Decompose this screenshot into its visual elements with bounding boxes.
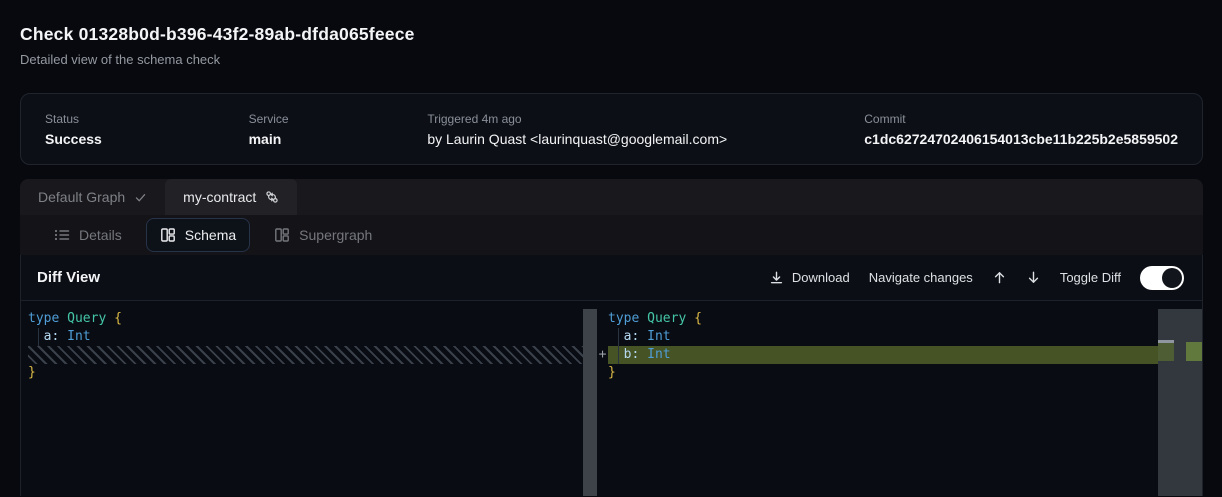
navigate-changes-label: Navigate changes: [869, 270, 973, 285]
arrow-down-icon: [1026, 270, 1041, 285]
code-line: a: Int: [28, 328, 583, 346]
code-line: type Query {: [608, 310, 1158, 328]
tab-default-graph-label: Default Graph: [38, 189, 125, 205]
diff-pane-after: type Query { a: Int+ b: Int}: [608, 310, 1158, 382]
arrow-up-icon: [992, 270, 1007, 285]
diff-section: Diff View Download Navigate changes: [20, 255, 1203, 496]
page-title: Check 01328b0d-b396-43f2-89ab-dfda065fee…: [20, 24, 1203, 45]
code-line: }: [28, 364, 583, 382]
toggle-diff-switch[interactable]: [1140, 266, 1184, 290]
tab-my-contract[interactable]: my-contract: [165, 179, 297, 215]
tab-my-contract-label: my-contract: [183, 189, 256, 205]
added-line-plus-marker: +: [597, 346, 608, 364]
status-value: Success: [45, 131, 249, 147]
check-meta-card: Status Success Service main Triggered 4m…: [20, 93, 1203, 165]
left-pane-scrollbar[interactable]: [583, 309, 597, 496]
triggered-label: Triggered 4m ago: [427, 112, 864, 126]
meta-commit: Commit c1dc62724702406154013cbe11b225b2e…: [864, 112, 1178, 147]
code-line: type Query {: [28, 310, 583, 328]
diff-header: Diff View Download Navigate changes: [21, 255, 1202, 301]
meta-status: Status Success: [45, 112, 249, 147]
schema-diff-editor[interactable]: type Query { a: Int} type Query { a: Int…: [21, 301, 1202, 496]
toggle-diff-label: Toggle Diff: [1060, 270, 1121, 285]
layout-panels-icon: [160, 227, 176, 243]
toggle-diff-knob: [1162, 268, 1182, 288]
diff-view-title: Diff View: [37, 269, 100, 286]
navigate-previous-button[interactable]: [992, 270, 1007, 285]
meta-service: Service main: [249, 112, 428, 147]
indent-guide: [38, 328, 39, 346]
code-line: a: Int: [608, 328, 1158, 346]
page: Check 01328b0d-b396-43f2-89ab-dfda065fee…: [0, 0, 1222, 496]
view-subtabs: Details Schema Supergraph: [20, 215, 1203, 255]
diff-toolbar: Download Navigate changes Toggle Diff: [769, 266, 1184, 290]
diff-placeholder-line: [28, 346, 583, 364]
tab-default-graph[interactable]: Default Graph: [20, 179, 165, 215]
status-label: Status: [45, 112, 249, 126]
subtab-supergraph[interactable]: Supergraph: [260, 218, 386, 252]
download-button[interactable]: Download: [769, 270, 850, 285]
code-line-added: + b: Int: [608, 346, 1158, 364]
layout-panels-icon: [274, 227, 290, 243]
subtab-details[interactable]: Details: [40, 218, 136, 252]
download-label: Download: [792, 270, 850, 285]
navigate-next-button[interactable]: [1026, 270, 1041, 285]
commit-value: c1dc62724702406154013cbe11b225b2e5859502: [864, 131, 1178, 147]
service-value: main: [249, 131, 428, 147]
check-icon: [134, 191, 147, 204]
meta-triggered: Triggered 4m ago by Laurin Quast <laurin…: [427, 112, 864, 147]
page-subtitle: Detailed view of the schema check: [20, 52, 1203, 68]
subtab-schema-label: Schema: [185, 227, 236, 243]
graph-tabstrip: Default Graph my-contract: [20, 179, 1203, 215]
triggered-value: by Laurin Quast <laurinquast@googlemail.…: [427, 131, 864, 147]
minimap-added-line: [1158, 343, 1174, 361]
service-label: Service: [249, 112, 428, 126]
indent-guide: [618, 328, 619, 364]
commit-label: Commit: [864, 112, 1178, 126]
code-line: }: [608, 364, 1158, 382]
minimap-scrollbar[interactable]: [1158, 309, 1202, 496]
overview-ruler-added-marker: [1186, 342, 1202, 361]
list-icon: [54, 227, 70, 243]
diff-pane-before: type Query { a: Int}: [28, 310, 583, 382]
subtab-schema[interactable]: Schema: [146, 218, 250, 252]
git-compare-icon: [265, 190, 279, 204]
subtab-supergraph-label: Supergraph: [299, 227, 372, 243]
download-icon: [769, 270, 784, 285]
subtab-details-label: Details: [79, 227, 122, 243]
